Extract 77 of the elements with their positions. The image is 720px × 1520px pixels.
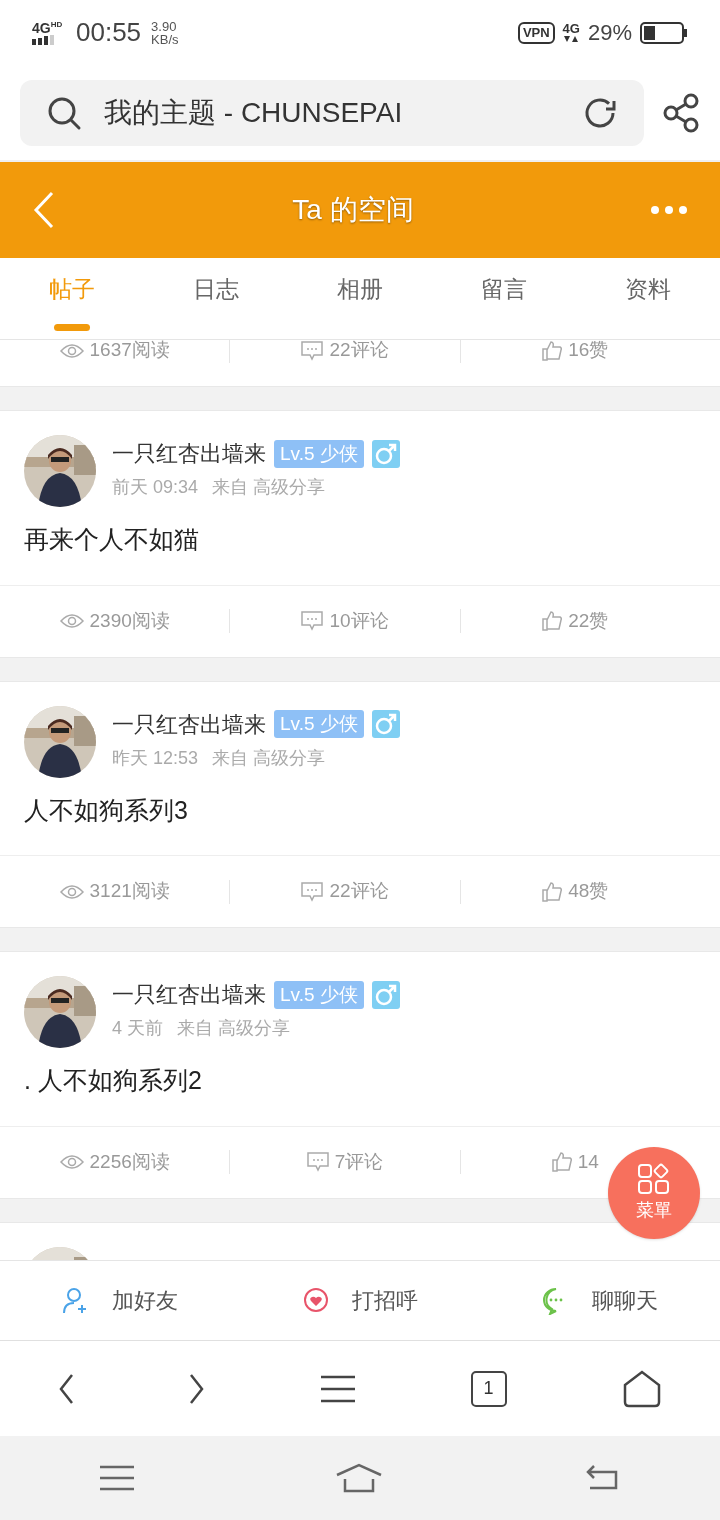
vpn-badge: VPN — [517, 21, 555, 44]
like-count: 48赞 — [568, 879, 609, 904]
male-icon — [371, 439, 400, 468]
action-button[interactable]: 聊聊天 — [480, 1284, 720, 1317]
clock: 00:55 — [76, 16, 142, 49]
share-icon[interactable] — [662, 92, 700, 133]
post-source: 来自 高级分享 — [212, 476, 326, 499]
eye-icon — [59, 342, 84, 359]
eye-icon — [59, 883, 84, 900]
thumbs-up-icon — [542, 611, 563, 631]
male-icon — [371, 710, 400, 738]
tab[interactable]: 留言 — [432, 258, 576, 339]
comment-icon — [306, 1152, 329, 1172]
data-arrows-icon — [563, 35, 580, 43]
comment-icon — [301, 340, 324, 361]
comment-count: 7评论 — [334, 1149, 384, 1174]
post-title: 再来个人不如猫 — [23, 524, 200, 555]
level-badge: Lv.5 少侠 — [274, 980, 364, 1009]
comment-count: 22评论 — [329, 340, 389, 363]
male-icon — [371, 980, 400, 1009]
back-icon[interactable] — [57, 1372, 74, 1405]
like-count: 16赞 — [568, 340, 609, 363]
menu-icon[interactable] — [100, 1465, 135, 1491]
post-card[interactable]: 一只红杏出墙来 Lv.5 少侠 前天 09:34 来自 高级分享 再来个人不如猫 2390阅读 10评论 22赞 — [0, 410, 720, 658]
thumbs-up-icon — [542, 881, 563, 902]
action-button[interactable]: 打招呼 — [240, 1284, 480, 1317]
heart-chat-icon — [302, 1286, 330, 1315]
post-time: 4 天前 — [112, 1017, 163, 1040]
post-title: 人不如狗系列3 — [23, 794, 189, 826]
comment-icon — [301, 881, 324, 902]
read-count: 2390阅读 — [89, 608, 170, 633]
post-card[interactable]: 一只红杏出墙来 Lv.5 少侠 昨天 12:53 来自 高级分享 人不如狗系列3 3121阅读 22评论 48赞 — [0, 680, 720, 928]
read-count: 2256阅读 — [89, 1149, 170, 1174]
battery-icon — [640, 21, 688, 44]
speed-value: 3.90 — [151, 19, 178, 33]
address-text: 我的主题 - CHUNSEPAI — [104, 95, 404, 130]
like-count: 14 — [577, 1149, 599, 1174]
post-time: 昨天 12:53 — [112, 746, 199, 770]
comment-count: 22评论 — [329, 879, 389, 904]
tab[interactable]: 资料 — [576, 258, 720, 339]
forward-icon[interactable] — [189, 1372, 206, 1405]
thumbs-up-icon — [542, 340, 563, 361]
page-title: Ta 的空间 — [292, 193, 414, 227]
thumbs-up-icon — [551, 1152, 572, 1172]
grid-icon — [637, 1162, 671, 1195]
level-badge: Lv.5 少侠 — [274, 439, 364, 468]
speed-unit: KB/s — [151, 32, 179, 46]
post-time: 前天 09:34 — [112, 476, 199, 499]
hd-label: HD — [50, 20, 63, 29]
action-button[interactable]: 加好友 — [0, 1284, 240, 1317]
tab[interactable]: 相册 — [288, 258, 432, 339]
tab-count-button[interactable]: 1 — [470, 1370, 507, 1407]
data-label: 4G — [562, 22, 580, 35]
comment-icon — [301, 611, 324, 631]
home-icon[interactable] — [335, 1463, 383, 1493]
network-label: 4G — [32, 20, 51, 35]
signal-icon — [32, 34, 56, 45]
like-count: 22赞 — [568, 608, 609, 633]
address-bar[interactable]: 我的主题 - CHUNSEPAI — [20, 79, 644, 146]
menu-icon[interactable] — [321, 1374, 355, 1403]
read-count: 1637阅读 — [89, 340, 170, 363]
post-source: 来自 高级分享 — [177, 1017, 291, 1040]
eye-icon — [59, 1154, 84, 1170]
eye-icon — [59, 613, 84, 629]
post-card[interactable]: 一只红杏出墙来 Lv.5 少侠 4 天前 来自 高级分享 . 人不如狗系列2 2256阅读 7评论 14 — [0, 951, 720, 1199]
tab-indicator — [54, 324, 90, 331]
author-name: 一只红杏出墙来 — [112, 710, 266, 739]
author-name: 一只红杏出墙来 — [112, 440, 266, 468]
post-title: . 人不如狗系列2 — [23, 1065, 203, 1096]
home-icon[interactable] — [622, 1369, 663, 1408]
author-name: 一只红杏出墙来 — [112, 981, 266, 1009]
level-badge: Lv.5 少侠 — [274, 710, 364, 738]
tab[interactable]: 日志 — [144, 258, 288, 339]
battery-percent: 29% — [587, 19, 632, 47]
comment-count: 10评论 — [329, 608, 389, 633]
read-count: 3121阅读 — [89, 879, 170, 904]
post-source: 来自 高级分享 — [212, 746, 326, 770]
